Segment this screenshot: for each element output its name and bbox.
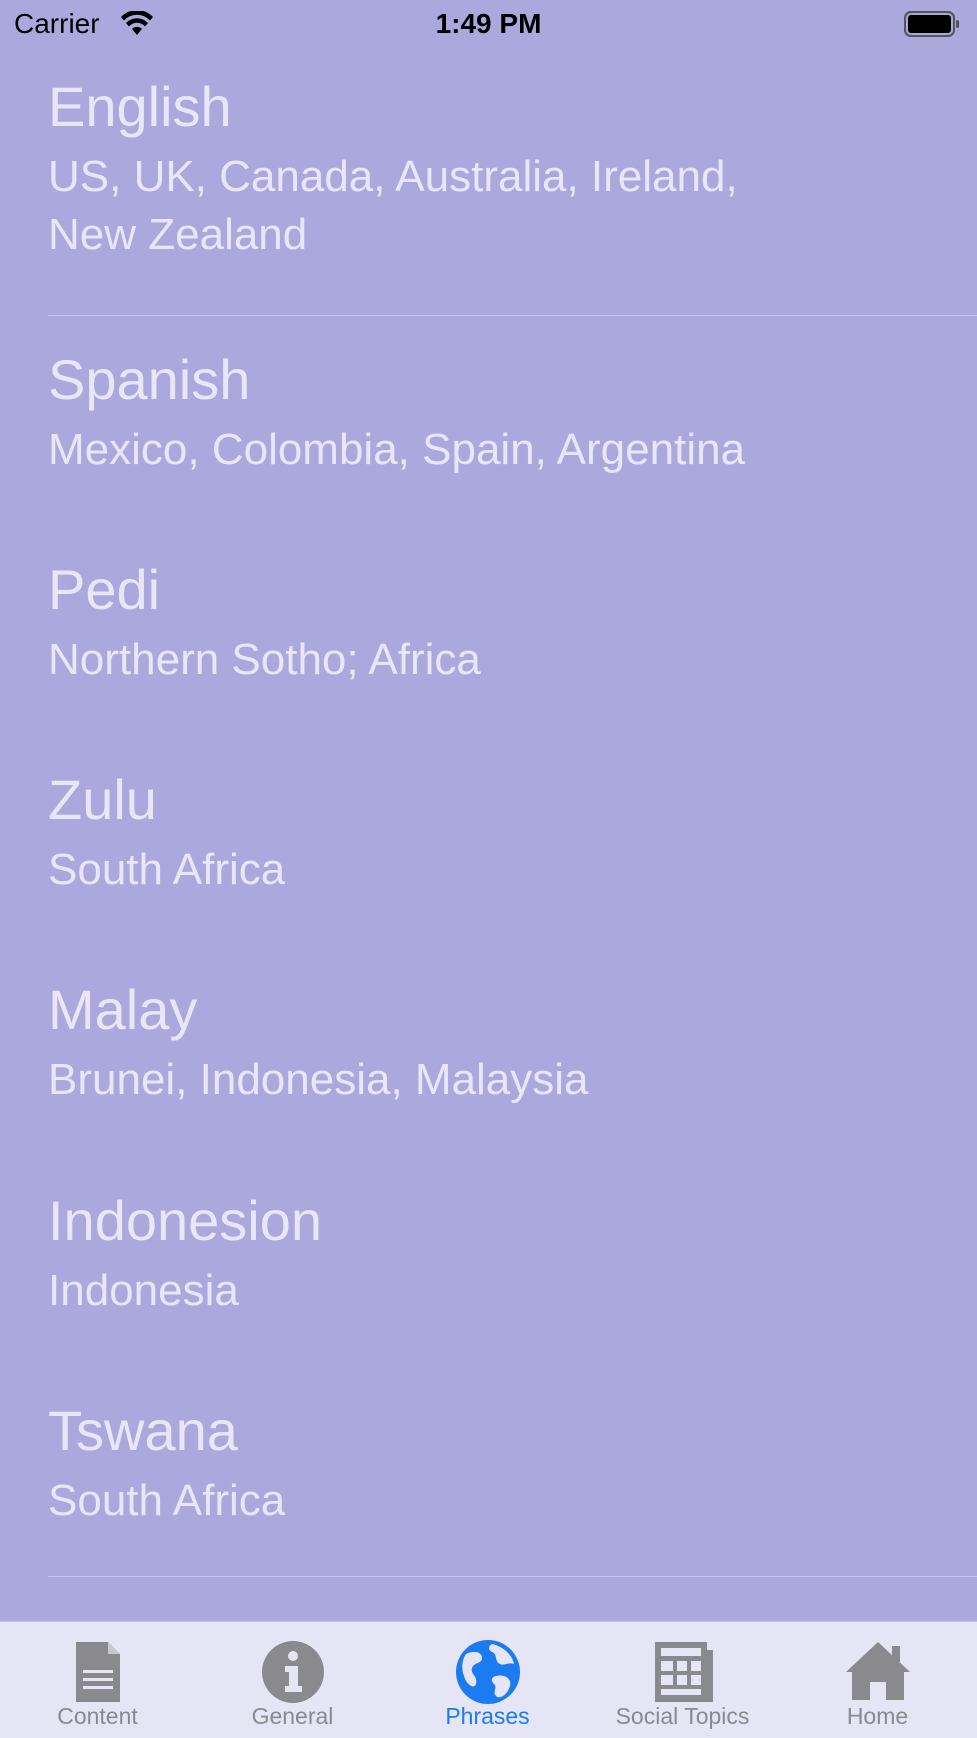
tab-bar: Content General Phrases Social Topics Ho… [0,1621,977,1738]
list-item-spanish[interactable]: Spanish Mexico, Colombia, Spain, Argenti… [0,347,977,479]
battery-icon [904,11,959,37]
newspaper-icon [654,1642,713,1702]
tab-general[interactable]: General [195,1622,390,1738]
list-item-indonesion[interactable]: Indonesion Indonesia [0,1188,977,1320]
list-separator [48,315,977,316]
language-name: Indonesion [48,1189,323,1252]
language-name: Malay [48,978,198,1041]
list-item-tswana[interactable]: Tswana South Africa [0,1398,977,1530]
list-item-malay[interactable]: Malay Brunei, Indonesia, Malaysia [0,977,977,1109]
tab-social-topics[interactable]: Social Topics [585,1622,780,1738]
status-time: 1:49 PM [435,8,542,39]
language-name: Pedi [48,558,161,621]
language-list: English US, UK, Canada, Australia, Irela… [0,48,977,1577]
language-regions: Northern Sotho; Africa [48,635,481,684]
tab-label: Content [57,1703,138,1729]
tab-label: Phrases [445,1703,530,1729]
status-bar: Carrier 1:49 PM [0,0,977,48]
tab-label: Home [846,1703,909,1729]
home-icon [845,1642,910,1700]
language-name: Tswana [48,1399,238,1462]
language-regions: Mexico, Colombia, Spain, Argentina [48,425,746,474]
language-regions: US, UK, Canada, Australia, Ireland, New … [48,152,738,259]
language-regions: Indonesia [48,1266,239,1315]
language-regions: South Africa [48,845,286,894]
tab-home[interactable]: Home [780,1622,975,1738]
tab-label: Social Topics [615,1703,750,1729]
language-regions: Brunei, Indonesia, Malaysia [48,1055,589,1104]
language-name: Spanish [48,348,251,411]
document-icon [75,1642,120,1702]
tab-phrases[interactable]: Phrases [390,1622,585,1738]
globe-icon [455,1640,520,1704]
tab-label: General [251,1703,334,1729]
info-icon [261,1641,324,1703]
list-item-pedi[interactable]: Pedi Northern Sotho; Africa [0,557,977,689]
list-item-zulu[interactable]: Zulu South Africa [0,767,977,899]
language-name: Zulu [48,768,157,831]
language-name: English [48,75,232,138]
language-regions: South Africa [48,1476,286,1525]
list-separator [48,1576,977,1577]
list-item-english[interactable]: English US, UK, Canada, Australia, Irela… [0,48,977,282]
tab-content[interactable]: Content [0,1622,195,1738]
